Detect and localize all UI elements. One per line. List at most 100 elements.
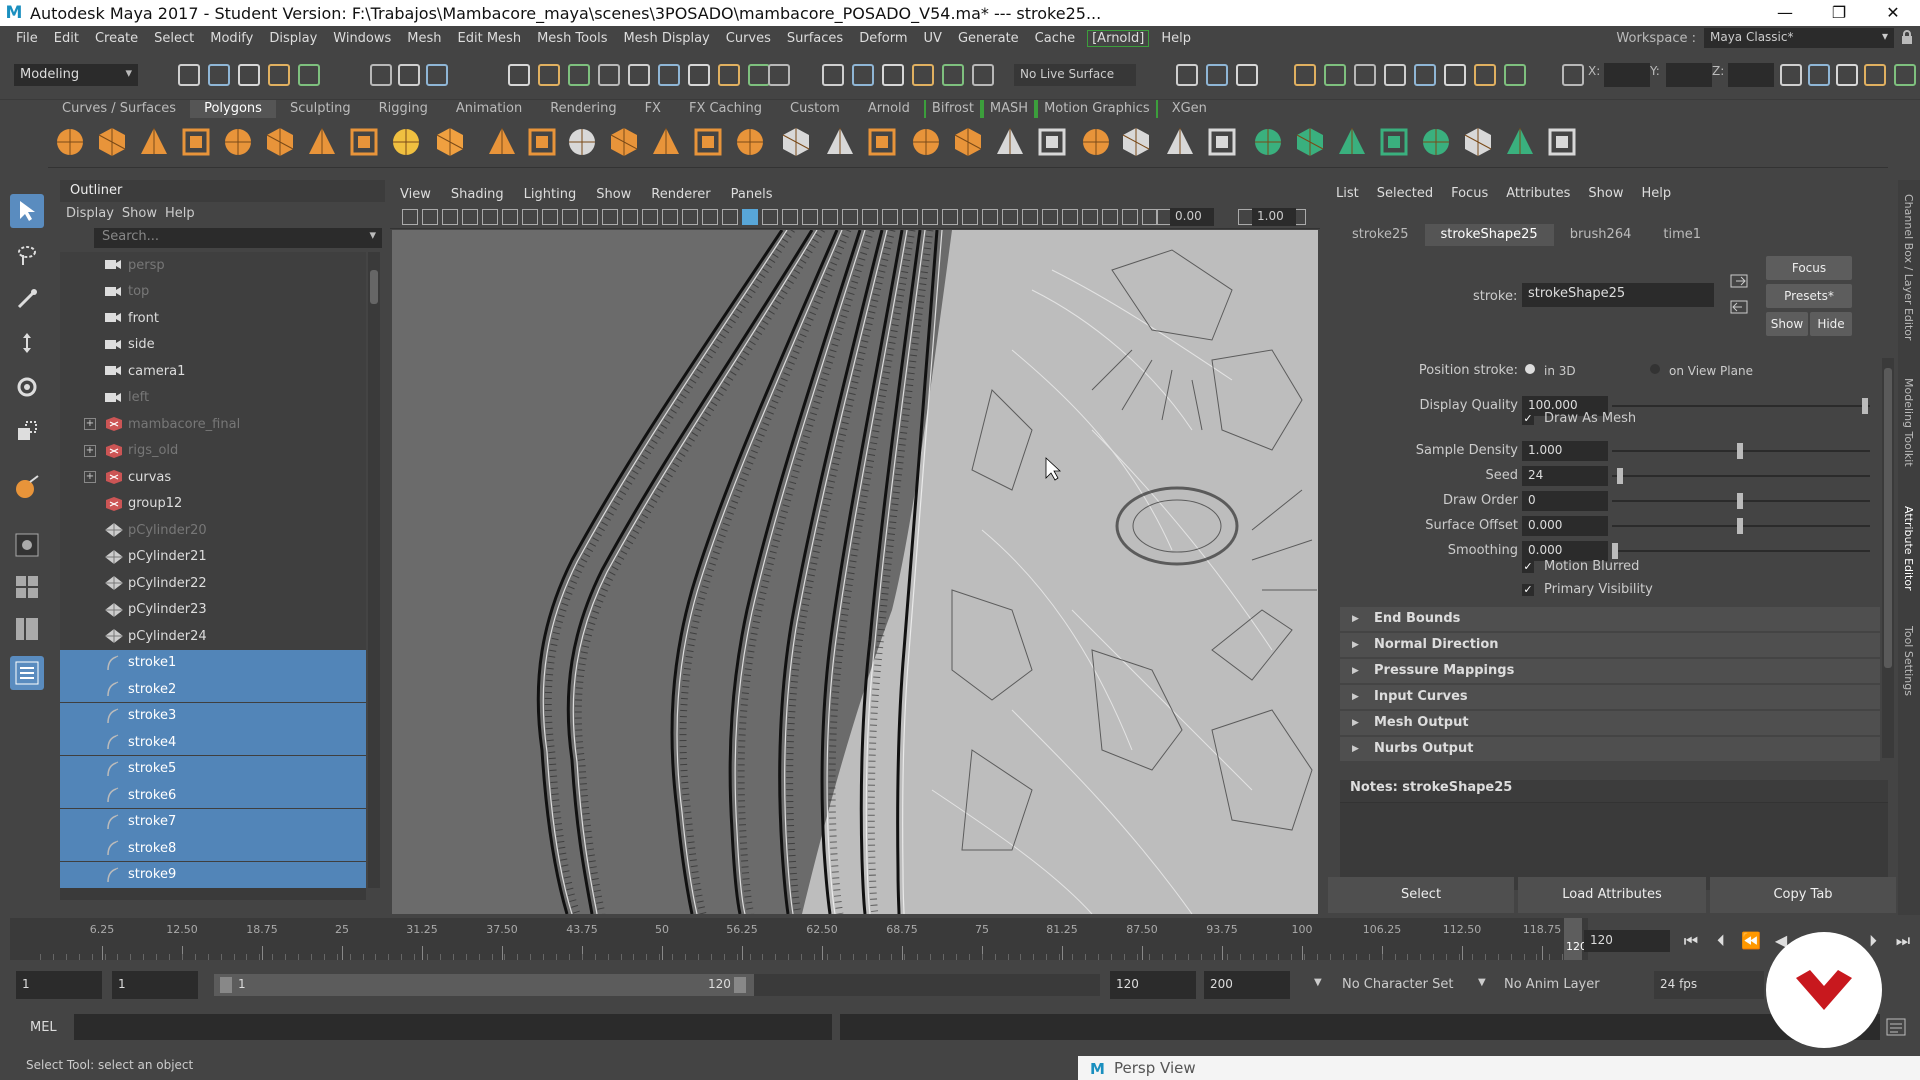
shelf-tool-icon[interactable] <box>1204 124 1240 160</box>
menu-cache[interactable]: Cache <box>1027 31 1083 46</box>
status-tool-icon[interactable] <box>1780 64 1802 86</box>
viewport-menu-shading[interactable]: Shading <box>441 187 514 202</box>
outliner-item[interactable]: left <box>60 385 366 411</box>
focus-button[interactable]: Focus <box>1766 256 1852 280</box>
shelf-tool-icon[interactable] <box>220 124 256 160</box>
motion-blurred-checkbox[interactable]: ✓ <box>1522 561 1534 573</box>
viewport-tool-icon[interactable] <box>742 209 758 225</box>
status-tool-icon[interactable] <box>972 64 994 86</box>
ae-menu-selected[interactable]: Selected <box>1377 186 1433 201</box>
attr-section-header[interactable]: Normal Direction <box>1340 633 1880 657</box>
rotate-tool-icon[interactable] <box>10 370 44 404</box>
status-tool-icon[interactable] <box>1176 64 1198 86</box>
scrollbar-thumb[interactable] <box>370 270 378 304</box>
shelf-tool-icon[interactable] <box>822 124 858 160</box>
attr-value-field[interactable]: 24 <box>1522 466 1608 486</box>
menu-mesh[interactable]: Mesh <box>399 31 449 46</box>
menu-select[interactable]: Select <box>146 31 202 46</box>
shelf-tool-icon[interactable] <box>1292 124 1328 160</box>
status-tool-icon[interactable] <box>1504 64 1526 86</box>
attr-slider[interactable] <box>1612 468 1870 484</box>
hide-button[interactable]: Hide <box>1810 312 1852 336</box>
shelf-tool-icon[interactable] <box>1460 124 1496 160</box>
lasso-tool-icon[interactable] <box>10 238 44 272</box>
paint-select-tool-icon[interactable] <box>10 282 44 316</box>
outliner-item[interactable]: stroke9 <box>60 861 366 888</box>
outliner-search-input[interactable]: Search... <box>94 228 382 248</box>
shelf-tool-icon[interactable] <box>1034 124 1070 160</box>
outliner-item[interactable]: pCylinder20 <box>60 517 366 543</box>
menuset-dropdown[interactable]: Modeling <box>14 64 138 86</box>
gamma-field[interactable]: 1.00 <box>1252 208 1296 226</box>
menu-help[interactable]: Help <box>1153 31 1199 46</box>
menu-display[interactable]: Display <box>261 31 325 46</box>
ae-scrollbar[interactable] <box>1882 358 1894 758</box>
attr-value-field[interactable]: 0.000 <box>1522 541 1608 561</box>
status-tool-icon[interactable] <box>298 64 320 86</box>
ae-tab-strokeshape25[interactable]: strokeShape25 <box>1424 224 1554 246</box>
range-end-handle[interactable] <box>734 977 746 993</box>
viewport-menu-lighting[interactable]: Lighting <box>514 187 587 202</box>
status-tool-icon[interactable] <box>942 64 964 86</box>
scale-tool-icon[interactable] <box>10 414 44 448</box>
viewport-tool-icon[interactable] <box>802 209 818 225</box>
select-button[interactable]: Select <box>1328 877 1514 913</box>
viewport-tool-icon[interactable] <box>462 209 478 225</box>
status-tool-icon[interactable] <box>688 64 710 86</box>
range-slider-handle[interactable] <box>214 974 754 996</box>
playback-end-field[interactable]: 120 <box>1110 971 1196 999</box>
go-to-end-icon[interactable]: ⏭ <box>1892 930 1914 952</box>
viewport-tool-icon[interactable] <box>582 209 598 225</box>
shelf-tool-icon[interactable] <box>648 124 684 160</box>
slider-knob[interactable] <box>1617 468 1623 484</box>
shelf-tool-icon[interactable] <box>1078 124 1114 160</box>
viewport-tool-icon[interactable] <box>622 209 638 225</box>
current-frame-field[interactable]: 120 <box>1584 930 1670 952</box>
ae-tab-stroke25[interactable]: stroke25 <box>1336 224 1425 246</box>
shelf-tool-icon[interactable] <box>136 124 172 160</box>
viewport-tool-icon[interactable] <box>702 209 718 225</box>
on-view-plane-radio[interactable] <box>1650 364 1660 374</box>
menu-uv[interactable]: UV <box>916 31 950 46</box>
shelf-tab-arnold[interactable]: Arnold <box>854 100 924 118</box>
single-perspective-layout-icon[interactable] <box>10 528 44 562</box>
status-tool-icon[interactable] <box>398 64 420 86</box>
outliner-item[interactable]: pCylinder22 <box>60 570 366 596</box>
status-tool-icon[interactable] <box>508 64 530 86</box>
character-set-menu-icon[interactable]: ▼ <box>1314 971 1322 999</box>
outliner-menu-show[interactable]: Show <box>122 206 157 221</box>
fps-dropdown[interactable]: 24 fps <box>1654 971 1764 999</box>
expand-icon[interactable]: + <box>84 471 96 483</box>
status-tool-icon[interactable] <box>912 64 934 86</box>
x-coordinate-field[interactable] <box>1604 63 1650 87</box>
shelf-tab-fx-caching[interactable]: FX Caching <box>675 100 776 118</box>
status-tool-icon[interactable] <box>1474 64 1496 86</box>
viewport-menu-view[interactable]: View <box>390 187 441 202</box>
persp-view-window[interactable]: M Persp View <box>1078 1056 1920 1080</box>
viewport-tool-icon[interactable] <box>922 209 938 225</box>
viewport-tool-icon[interactable] <box>1122 209 1138 225</box>
viewport-tool-icon[interactable] <box>1102 209 1118 225</box>
shelf-tool-icon[interactable] <box>1334 124 1370 160</box>
ae-menu-attributes[interactable]: Attributes <box>1506 186 1570 201</box>
shelf-tool-icon[interactable] <box>732 124 768 160</box>
status-tool-icon[interactable] <box>1894 64 1916 86</box>
status-tool-icon[interactable] <box>178 64 200 86</box>
outliner-menu-help[interactable]: Help <box>165 206 195 221</box>
viewport-tool-icon[interactable] <box>542 209 558 225</box>
maximize-button[interactable]: ❐ <box>1812 0 1866 26</box>
select-tool-icon[interactable] <box>10 194 44 228</box>
menu-arnold[interactable]: [Arnold] <box>1087 29 1150 47</box>
attr-slider[interactable] <box>1612 543 1870 559</box>
ae-tab-brush264[interactable]: brush264 <box>1554 224 1648 246</box>
step-back-key-icon[interactable]: ⏪ <box>1740 930 1762 952</box>
workspace-dropdown[interactable]: Maya Classic* <box>1704 28 1894 48</box>
outliner-layout-icon[interactable] <box>10 656 44 690</box>
shelf-tool-icon[interactable] <box>1118 124 1154 160</box>
lock-icon[interactable] <box>1894 29 1920 47</box>
shelf-tool-icon[interactable] <box>94 124 130 160</box>
viewport-tool-icon[interactable] <box>602 209 618 225</box>
attr-slider[interactable] <box>1612 493 1870 509</box>
slider-knob[interactable] <box>1737 518 1743 534</box>
viewport-menu-renderer[interactable]: Renderer <box>641 187 720 202</box>
